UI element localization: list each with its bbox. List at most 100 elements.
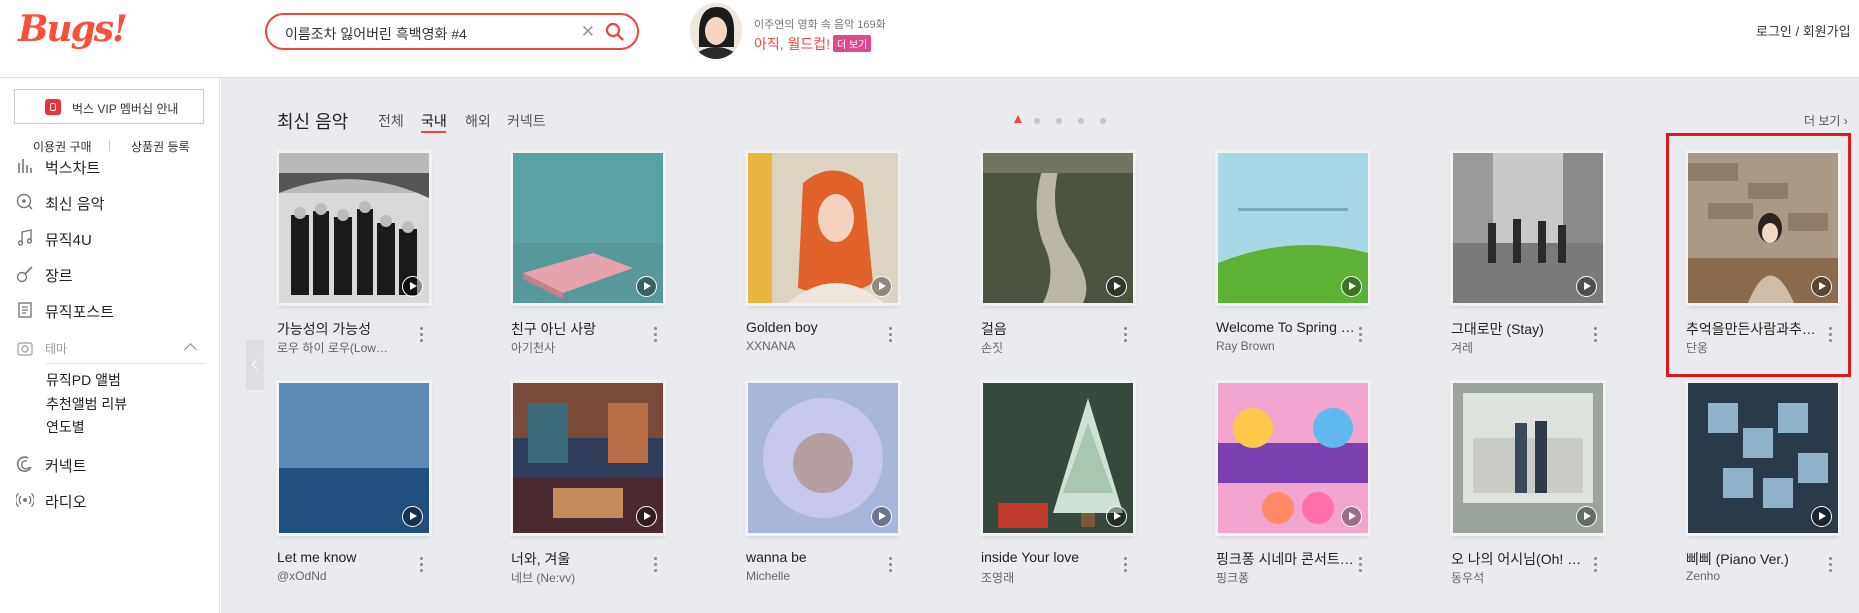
album-title[interactable]: Welcome To Spring … xyxy=(1216,319,1356,335)
album-artist[interactable]: 네브 (Ne:vv) xyxy=(511,569,651,586)
album-card[interactable]: 걸음 손짓 xyxy=(981,153,1163,356)
more-vertical-icon[interactable] xyxy=(1594,327,1598,345)
clear-icon[interactable]: ✕ xyxy=(581,22,595,42)
more-vertical-icon[interactable] xyxy=(889,557,893,575)
album-cover[interactable] xyxy=(1453,153,1603,303)
play-icon[interactable] xyxy=(1341,506,1362,527)
carousel-prev-button[interactable] xyxy=(246,340,264,390)
more-vertical-icon[interactable] xyxy=(654,557,658,575)
album-card[interactable]: wanna be Michelle xyxy=(746,383,928,583)
album-card[interactable]: Welcome To Spring … Ray Brown xyxy=(1216,153,1398,353)
album-title[interactable]: 가능성의 가능성 xyxy=(277,319,417,339)
play-icon[interactable] xyxy=(636,276,657,297)
more-vertical-icon[interactable] xyxy=(1124,557,1128,575)
album-cover[interactable] xyxy=(983,383,1133,533)
sidebar-item-music4u[interactable]: 뮤직4U xyxy=(16,226,206,250)
page-dot[interactable] xyxy=(1100,118,1106,124)
more-vertical-icon[interactable] xyxy=(654,327,658,345)
play-icon[interactable] xyxy=(402,506,423,527)
play-icon[interactable] xyxy=(871,506,892,527)
promo-title[interactable]: 아직, 월드컵! xyxy=(754,34,830,54)
album-title[interactable]: 걸음 xyxy=(981,319,1121,339)
album-artist[interactable]: Zenho xyxy=(1686,569,1826,583)
album-title[interactable]: 핑크퐁 시네마 콘서트 … xyxy=(1216,549,1356,569)
play-icon[interactable] xyxy=(1106,276,1127,297)
album-artist[interactable]: 아기천사 xyxy=(511,339,651,356)
album-cover[interactable] xyxy=(513,153,663,303)
more-vertical-icon[interactable] xyxy=(889,327,893,345)
album-artist[interactable]: XXNANA xyxy=(746,339,886,353)
album-card[interactable]: 친구 아닌 사랑 아기천사 xyxy=(511,153,693,356)
tab-connect[interactable]: 커넥트 xyxy=(507,111,546,131)
album-artist[interactable]: 핑크퐁 xyxy=(1216,569,1356,586)
album-cover[interactable] xyxy=(1688,383,1838,533)
album-artist[interactable]: Michelle xyxy=(746,569,886,583)
more-vertical-icon[interactable] xyxy=(1124,327,1128,345)
buy-pass-link[interactable]: 이용권 구매 xyxy=(33,138,92,155)
album-artist[interactable]: @xOdNd xyxy=(277,569,417,583)
album-cover[interactable] xyxy=(748,153,898,303)
album-card[interactable]: 그대로만 (Stay) 겨레 xyxy=(1451,153,1633,356)
sidebar-item-genre[interactable]: 장르 xyxy=(16,262,206,286)
album-title[interactable]: wanna be xyxy=(746,549,886,565)
album-artist[interactable]: 로우 하이 로우(Low… xyxy=(277,339,417,356)
album-cover[interactable] xyxy=(983,153,1133,303)
tab-overseas[interactable]: 해외 xyxy=(465,111,491,131)
play-icon[interactable] xyxy=(402,276,423,297)
sidebar-item-new-music[interactable]: 최신 음악 xyxy=(16,190,206,214)
album-artist[interactable]: Ray Brown xyxy=(1216,339,1356,353)
more-vertical-icon[interactable] xyxy=(1594,557,1598,575)
login-link[interactable]: 로그인 / 회원가입 xyxy=(1756,21,1851,40)
page-dot[interactable] xyxy=(1056,118,1062,124)
album-cover[interactable] xyxy=(1453,383,1603,533)
more-vertical-icon[interactable] xyxy=(1829,557,1833,575)
album-cover[interactable] xyxy=(1218,153,1368,303)
album-artist[interactable]: 손짓 xyxy=(981,339,1121,356)
sidebar-item-radio[interactable]: 라디오 xyxy=(16,488,206,512)
album-card[interactable]: inside Your love 조영래 xyxy=(981,383,1163,586)
tab-all[interactable]: 전체 xyxy=(378,111,404,131)
search-icon[interactable] xyxy=(605,22,625,42)
play-icon[interactable] xyxy=(1576,506,1597,527)
album-cover[interactable] xyxy=(279,383,429,533)
sidebar-item-connect[interactable]: 커넥트 xyxy=(16,452,206,476)
album-cover[interactable] xyxy=(279,153,429,303)
album-title[interactable]: Let me know xyxy=(277,549,417,565)
album-title[interactable]: 친구 아닌 사랑 xyxy=(511,319,651,339)
play-icon[interactable] xyxy=(1341,276,1362,297)
theme-item-yearly[interactable]: 연도별 xyxy=(46,417,85,437)
more-vertical-icon[interactable] xyxy=(420,557,424,575)
search-input[interactable]: 이름조차 잃어버린 흑백영화 #4 xyxy=(285,24,467,44)
page-dot[interactable] xyxy=(1078,118,1084,124)
theme-item-review[interactable]: 추천앨범 리뷰 xyxy=(46,394,127,414)
album-card[interactable]: 가능성의 가능성 로우 하이 로우(Low… xyxy=(277,153,459,356)
promo-more-badge[interactable]: 더 보기 xyxy=(833,35,872,52)
page-dot-active[interactable] xyxy=(1014,115,1022,123)
play-icon[interactable] xyxy=(871,276,892,297)
more-vertical-icon[interactable] xyxy=(1359,557,1363,575)
play-icon[interactable] xyxy=(636,506,657,527)
album-card[interactable]: 핑크퐁 시네마 콘서트 … 핑크퐁 xyxy=(1216,383,1398,586)
album-card[interactable]: 너와, 겨울 네브 (Ne:vv) xyxy=(511,383,693,586)
vip-membership-button[interactable]: 벅스 VIP 멤버십 안내 xyxy=(14,89,204,124)
tab-domestic[interactable]: 국내 xyxy=(421,111,447,131)
theme-item-musicpd[interactable]: 뮤직PD 앨범 xyxy=(46,370,121,390)
album-artist[interactable]: 조영래 xyxy=(981,569,1121,586)
search-box[interactable]: 이름조차 잃어버린 흑백영화 #4 ✕ xyxy=(265,13,639,50)
sidebar-item-chart[interactable]: 벅스차트 xyxy=(16,154,206,178)
play-icon[interactable] xyxy=(1576,276,1597,297)
album-artist[interactable]: 동우석 xyxy=(1451,569,1591,586)
album-title[interactable]: 그대로만 (Stay) xyxy=(1451,319,1591,339)
album-title[interactable]: 너와, 겨울 xyxy=(511,549,651,569)
sidebar-item-musicpost[interactable]: 뮤직포스트 xyxy=(16,298,206,322)
promo-avatar[interactable] xyxy=(690,3,742,59)
album-artist[interactable]: 겨레 xyxy=(1451,339,1591,356)
album-cover[interactable] xyxy=(513,383,663,533)
more-vertical-icon[interactable] xyxy=(420,327,424,345)
play-icon[interactable] xyxy=(1811,506,1832,527)
bugs-logo[interactable]: Bugs! xyxy=(18,8,128,50)
album-card[interactable]: 오 나의 어시님(Oh! … 동우석 xyxy=(1451,383,1633,586)
more-link[interactable]: 더 보기 › xyxy=(1804,112,1848,129)
chevron-up-icon[interactable] xyxy=(184,343,197,356)
album-title[interactable]: Golden boy xyxy=(746,319,886,335)
